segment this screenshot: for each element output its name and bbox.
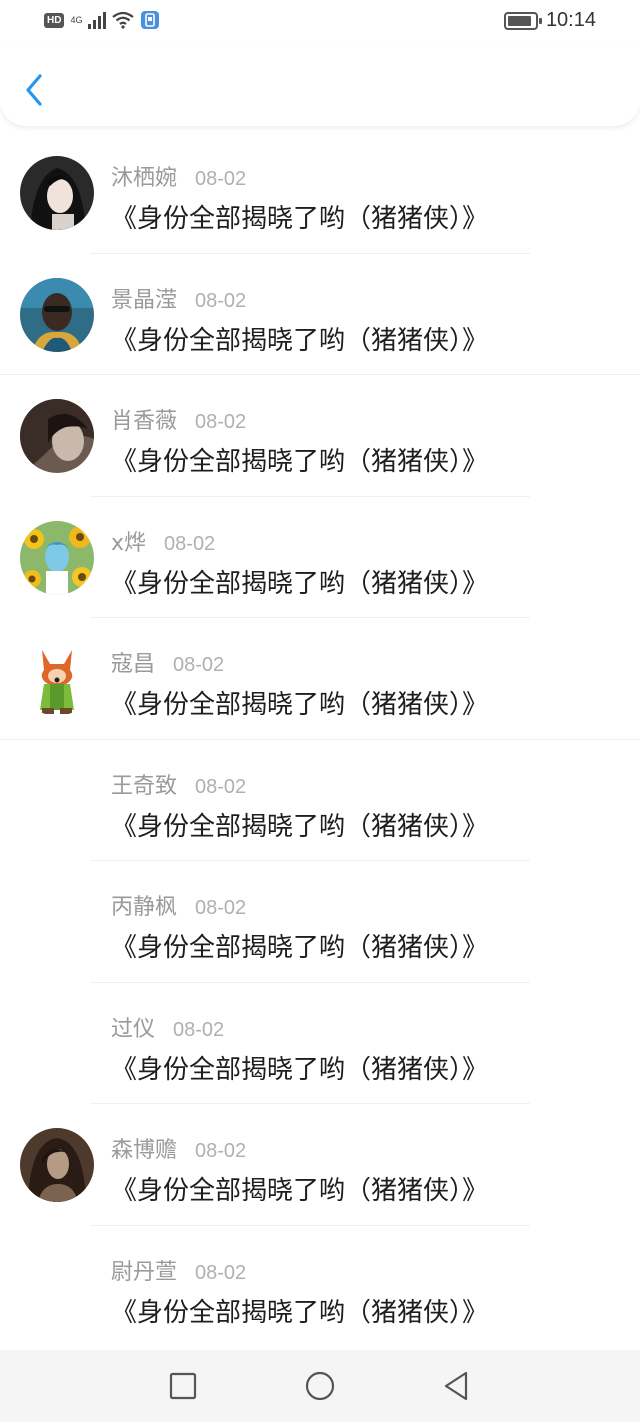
comment-meta: 景晶滢 08-02: [111, 282, 246, 314]
user-name[interactable]: x烨: [111, 525, 146, 557]
comment-row[interactable]: 沐栖婉 08-02 《身份全部揭晓了哟（猪猪侠）》: [0, 132, 640, 254]
user-name[interactable]: 王奇致: [111, 768, 177, 800]
comment-meta: 寇昌 08-02: [111, 646, 224, 678]
user-name[interactable]: 过仪: [111, 1011, 155, 1043]
app-notification-icon: [141, 11, 160, 29]
comment-text: 《身份全部揭晓了哟（猪猪侠）》: [111, 811, 489, 842]
chevron-left-icon[interactable]: [22, 72, 46, 108]
comment-meta: 森博赡 08-02: [111, 1132, 246, 1164]
recent-apps-square-icon[interactable]: [167, 1370, 199, 1402]
comment-date: 08-02: [195, 775, 247, 798]
comment-date: 08-02: [195, 1140, 247, 1162]
clock: 10:14: [545, 9, 596, 31]
home-circle-icon[interactable]: [304, 1370, 336, 1402]
back-triangle-icon[interactable]: [440, 1370, 472, 1402]
signal-icon: [88, 11, 107, 29]
user-name[interactable]: 沐栖婉: [111, 160, 177, 192]
avatar[interactable]: [20, 642, 94, 716]
network-type: 4G: [70, 14, 83, 25]
battery-icon: [503, 11, 542, 30]
user-name[interactable]: 肖香薇: [111, 403, 177, 435]
comment-date: 08-02: [195, 168, 247, 190]
comment-text: 《身份全部揭晓了哟（猪猪侠）》: [111, 933, 489, 963]
comment-text: 《身份全部揭晓了哟（猪猪侠）》: [111, 325, 489, 356]
system-nav-bar: [0, 1350, 640, 1422]
comment-row[interactable]: 森博赡 08-02 《身份全部揭晓了哟（猪猪侠）》: [0, 1104, 640, 1226]
comment-row[interactable]: x烨 08-02 《身份全部揭晓了哟（猪猪侠）》: [0, 497, 640, 618]
hd-icon: HD: [44, 12, 65, 28]
comment-row[interactable]: 尉丹萱 08-02 《身份全部揭晓了哟（猪猪侠）》: [0, 1226, 640, 1348]
avatar[interactable]: [20, 1128, 94, 1202]
avatar[interactable]: [20, 156, 94, 230]
comment-meta: 过仪 08-02: [111, 1011, 224, 1043]
user-name[interactable]: 景晶滢: [111, 282, 177, 314]
comment-meta: x烨 08-02: [111, 525, 215, 557]
user-name[interactable]: 尉丹萱: [111, 1254, 177, 1286]
comment-date: 08-02: [164, 532, 216, 555]
comment-text: 《身份全部揭晓了哟（猪猪侠）》: [111, 568, 489, 599]
user-name[interactable]: 森博赡: [111, 1132, 177, 1164]
user-name[interactable]: 寇昌: [111, 646, 155, 678]
comment-row[interactable]: 景晶滢 08-02 《身份全部揭晓了哟（猪猪侠）》: [0, 254, 640, 375]
user-name[interactable]: 丙静枫: [111, 889, 177, 921]
avatar[interactable]: [20, 520, 94, 595]
avatar[interactable]: [20, 399, 94, 473]
comment-row[interactable]: 肖香薇 08-02 《身份全部揭晓了哟（猪猪侠）》: [0, 375, 640, 497]
avatar[interactable]: [20, 277, 94, 352]
comment-text: 《身份全部揭晓了哟（猪猪侠）》: [111, 1176, 489, 1206]
comment-row[interactable]: 寇昌 08-02 《身份全部揭晓了哟（猪猪侠）》: [0, 618, 640, 740]
status-icons-right: 10:14: [503, 9, 596, 32]
comment-date: 08-02: [195, 411, 247, 433]
comment-row[interactable]: 王奇致 08-02 《身份全部揭晓了哟（猪猪侠）》: [0, 740, 640, 861]
comment-meta: 尉丹萱 08-02: [111, 1254, 246, 1286]
status-icons-left: HD 4G: [44, 10, 160, 30]
comment-meta: 沐栖婉 08-02: [111, 160, 246, 192]
battery-level: [507, 15, 532, 26]
comment-text: 《身份全部揭晓了哟（猪猪侠）》: [111, 690, 489, 720]
comment-meta: 丙静枫 08-02: [111, 889, 246, 921]
comment-date: 08-02: [195, 897, 247, 919]
comment-text: 《身份全部揭晓了哟（猪猪侠）》: [111, 204, 489, 234]
comment-meta: 王奇致 08-02: [111, 768, 246, 800]
comment-date: 08-02: [195, 289, 247, 312]
header-bar: [0, 44, 640, 126]
comment-list: 沐栖婉 08-02 《身份全部揭晓了哟（猪猪侠）》 景晶滢 08-02 《身份全…: [0, 132, 640, 1347]
comment-meta: 肖香薇 08-02: [111, 403, 246, 435]
wifi-icon: [112, 11, 135, 29]
comment-text: 《身份全部揭晓了哟（猪猪侠）》: [111, 1297, 489, 1328]
comment-text: 《身份全部揭晓了哟（猪猪侠）》: [111, 447, 489, 477]
status-bar: HD 4G 10:14: [0, 0, 640, 44]
comment-date: 08-02: [173, 654, 225, 676]
comment-row[interactable]: 过仪 08-02 《身份全部揭晓了哟（猪猪侠）》: [0, 983, 640, 1104]
comment-date: 08-02: [173, 1018, 225, 1041]
comment-text: 《身份全部揭晓了哟（猪猪侠）》: [111, 1054, 489, 1085]
comment-row[interactable]: 丙静枫 08-02 《身份全部揭晓了哟（猪猪侠）》: [0, 861, 640, 983]
comment-date: 08-02: [195, 1261, 247, 1284]
